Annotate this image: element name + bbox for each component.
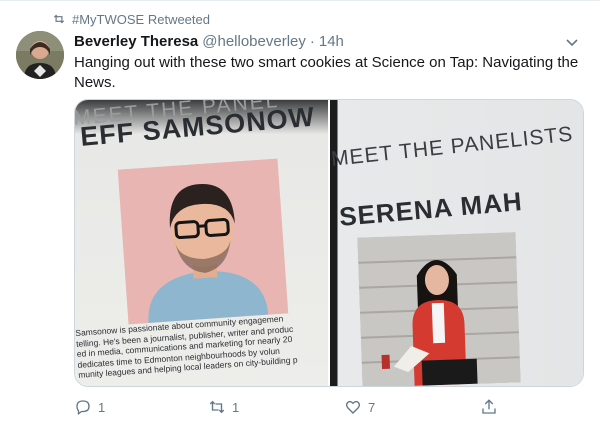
photo2-name-text: SERENA MAH (338, 185, 524, 232)
like-action[interactable]: 7 (344, 398, 375, 416)
tweet[interactable]: #MyTWOSE Retweeted Beverley Theresa @hel… (0, 0, 600, 424)
share-action[interactable] (480, 398, 498, 416)
tweet-header: Beverley Theresa @hellobeverley · 14h (74, 32, 580, 52)
photo2-meet-text: MEET THE PANELISTS (330, 122, 575, 171)
portrait-serena (357, 232, 521, 386)
tweet-text: Hanging out with these two smart cookies… (74, 54, 579, 91)
reply-icon (76, 400, 90, 416)
retweet-icon (53, 14, 65, 24)
separator-dot: · (309, 33, 315, 50)
tweet-actions: 1 1 7 (74, 393, 504, 421)
author-name[interactable]: Beverley Theresa (74, 32, 198, 52)
retweet-context-label[interactable]: #MyTWOSE Retweeted (72, 12, 210, 27)
reply-action[interactable]: 1 (74, 398, 105, 416)
photo1-bio: Samsonow is passionate about community e… (75, 309, 328, 380)
retweet-action[interactable]: 1 (208, 398, 239, 416)
media-photo-2[interactable]: MEET THE PANELISTS SERENA MAH (330, 100, 583, 386)
tweet-media[interactable]: MEET THE PANEL EFF SAMSONOW Samsonow is … (74, 99, 584, 387)
reply-count: 1 (98, 399, 106, 415)
media-photo-1[interactable]: MEET THE PANEL EFF SAMSONOW Samsonow is … (75, 100, 328, 386)
retweet-context: #MyTWOSE Retweeted (52, 11, 210, 27)
retweet-icon (209, 400, 225, 414)
share-icon (482, 399, 496, 414)
like-count: 7 (368, 399, 376, 415)
portrait-jeff (117, 158, 289, 325)
avatar[interactable] (16, 31, 64, 79)
heart-icon (345, 400, 361, 414)
tweet-time[interactable]: 14h (319, 32, 344, 52)
retweet-count: 1 (232, 399, 240, 415)
chevron-down-icon[interactable] (564, 34, 580, 50)
author-handle[interactable]: @hellobeverley (202, 32, 306, 52)
